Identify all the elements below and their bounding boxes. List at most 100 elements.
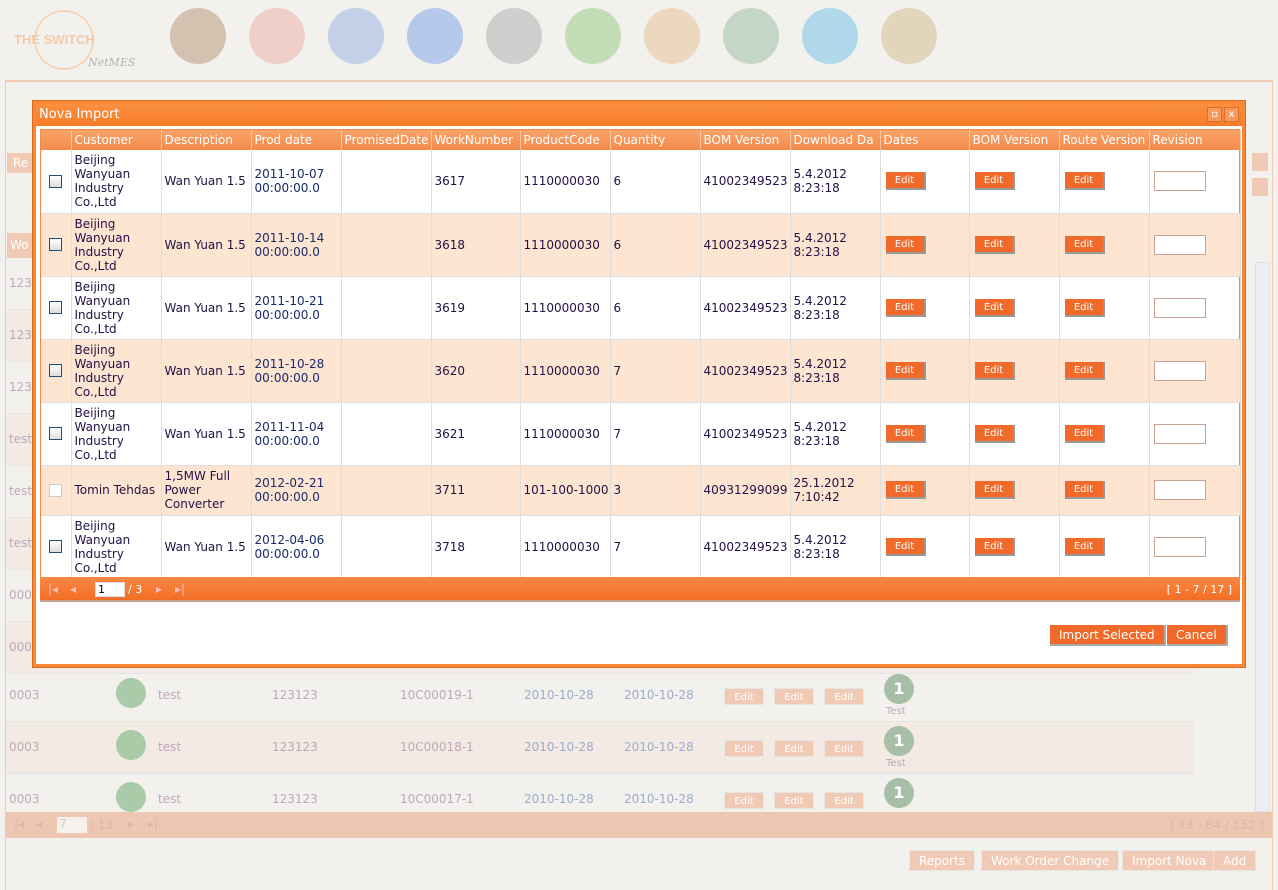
edit-dates-button[interactable]: Edit (885, 172, 926, 191)
first-page-icon[interactable]: |◂ (48, 582, 58, 596)
product-cell: 1110000030 (520, 402, 611, 466)
row-checkbox[interactable] (49, 301, 62, 314)
edit-bom-version-button[interactable]: Edit (974, 481, 1015, 499)
table-row[interactable]: Beijing Wanyuan Industry Co.,Ltd Wan Yuan… (41, 515, 1241, 579)
table-row[interactable]: Tomin Tehdas 1,5MW Full Power Converter 20… (41, 465, 1241, 516)
column-header[interactable]: BOM Version (700, 130, 791, 150)
revision-input[interactable] (1153, 423, 1206, 444)
work-cell: 3621 (431, 402, 521, 466)
table-row[interactable]: Beijing Wanyuan Industry Co.,Ltd Wan Yuan… (41, 402, 1241, 466)
edit-route-version-button[interactable]: Edit (1064, 361, 1105, 380)
work-cell: 3618 (431, 213, 521, 277)
row-checkbox[interactable] (49, 364, 62, 377)
work-cell: 3718 (431, 515, 521, 579)
edit-dates-button[interactable]: Edit (885, 537, 926, 556)
edit-route-version-button[interactable]: Edit (1064, 235, 1105, 254)
edit-route-version-button[interactable]: Edit (1064, 298, 1105, 317)
qty-cell: 3 (610, 465, 701, 516)
nova-import-dialog: Nova Import ▫ x Customer Description Prod … (33, 101, 1245, 667)
work-cell: 3617 (431, 150, 521, 214)
page-input[interactable]: 1 (95, 582, 125, 597)
edit-bom-version-button[interactable]: Edit (974, 537, 1015, 556)
column-header[interactable]: BOM Version (969, 130, 1060, 150)
prev-page-icon[interactable]: ◂ (70, 582, 76, 596)
table-row[interactable]: Beijing Wanyuan Industry Co.,Ltd Wan Yuan… (41, 339, 1241, 403)
column-header[interactable]: ProductCode (520, 130, 611, 150)
column-header[interactable]: PromisedDate (341, 130, 432, 150)
product-cell: 1110000030 (520, 150, 611, 214)
column-header[interactable] (41, 130, 72, 150)
promised-cell (341, 465, 432, 516)
column-header[interactable]: Description (161, 130, 252, 150)
desc-cell: Wan Yuan 1.5 (161, 276, 252, 340)
revision-input[interactable] (1153, 536, 1206, 557)
product-cell: 101-100-1000 (520, 465, 611, 516)
edit-route-version-button[interactable]: Edit (1064, 537, 1105, 556)
bom-cell: 41002349523 (700, 276, 791, 340)
customer-cell: Tomin Tehdas (71, 465, 162, 516)
column-header[interactable]: Dates (880, 130, 970, 150)
product-cell: 1110000030 (520, 276, 611, 340)
download-cell: 5.4.2012 8:23:18 (790, 150, 881, 214)
desc-cell: 1,5MW Full Power Converter (161, 465, 252, 516)
column-header[interactable]: Customer (71, 130, 162, 150)
desc-cell: Wan Yuan 1.5 (161, 213, 252, 277)
edit-bom-version-button[interactable]: Edit (974, 298, 1015, 317)
download-cell: 5.4.2012 8:23:18 (790, 515, 881, 579)
revision-input[interactable] (1153, 234, 1206, 255)
promised-cell (341, 213, 432, 277)
prod-cell: 2012-04-06 00:00:00.0 (251, 515, 342, 579)
download-cell: 5.4.2012 8:23:18 (790, 402, 881, 466)
row-checkbox[interactable] (49, 540, 62, 553)
edit-bom-version-button[interactable]: Edit (974, 424, 1015, 443)
import-selected-button[interactable]: Import Selected (1050, 625, 1166, 646)
revision-input[interactable] (1153, 480, 1206, 500)
edit-dates-button[interactable]: Edit (885, 424, 926, 443)
revision-input[interactable] (1153, 297, 1206, 318)
edit-dates-button[interactable]: Edit (885, 298, 926, 317)
edit-bom-version-button[interactable]: Edit (974, 235, 1015, 254)
qty-cell: 6 (610, 276, 701, 340)
edit-dates-button[interactable]: Edit (885, 235, 926, 254)
row-checkbox[interactable] (49, 427, 62, 440)
bom-cell: 41002349523 (700, 515, 791, 579)
row-checkbox[interactable] (49, 174, 62, 188)
promised-cell (341, 515, 432, 579)
bom-cell: 41002349523 (700, 339, 791, 403)
product-cell: 1110000030 (520, 339, 611, 403)
promised-cell (341, 402, 432, 466)
desc-cell: Wan Yuan 1.5 (161, 150, 252, 214)
edit-route-version-button[interactable]: Edit (1064, 481, 1105, 499)
table-row[interactable]: Beijing Wanyuan Industry Co.,Ltd Wan Yuan… (41, 213, 1241, 277)
revision-input[interactable] (1153, 360, 1206, 381)
edit-route-version-button[interactable]: Edit (1064, 172, 1105, 191)
column-header[interactable]: Quantity (610, 130, 701, 150)
row-checkbox[interactable] (49, 238, 62, 251)
column-header[interactable]: Route Version (1059, 130, 1150, 150)
customer-cell: Beijing Wanyuan Industry Co.,Ltd (71, 276, 162, 340)
edit-dates-button[interactable]: Edit (885, 361, 926, 380)
table-row[interactable]: Beijing Wanyuan Industry Co.,Ltd Wan Yuan… (41, 276, 1241, 340)
work-cell: 3620 (431, 339, 521, 403)
revision-input[interactable] (1153, 171, 1206, 192)
cancel-button[interactable]: Cancel (1167, 625, 1228, 646)
bom-cell: 41002349523 (700, 150, 791, 214)
column-header[interactable]: Prod date (251, 130, 342, 150)
next-page-icon[interactable]: ▸ (156, 582, 162, 596)
table-row[interactable]: Beijing Wanyuan Industry Co.,Ltd Wan Yuan… (41, 150, 1241, 214)
customer-cell: Beijing Wanyuan Industry Co.,Ltd (71, 213, 162, 277)
column-header[interactable]: Download Da (790, 130, 881, 150)
row-checkbox[interactable] (49, 483, 62, 497)
desc-cell: Wan Yuan 1.5 (161, 515, 252, 579)
column-header[interactable]: WorkNumber (431, 130, 521, 150)
edit-bom-version-button[interactable]: Edit (974, 361, 1015, 380)
column-header[interactable]: Revision (1149, 130, 1241, 150)
edit-dates-button[interactable]: Edit (885, 481, 926, 499)
edit-route-version-button[interactable]: Edit (1064, 424, 1105, 443)
page-total: / 3 (128, 583, 143, 596)
download-cell: 5.4.2012 8:23:18 (790, 276, 881, 340)
maximize-icon[interactable]: ▫ (1207, 107, 1222, 122)
edit-bom-version-button[interactable]: Edit (974, 172, 1015, 191)
last-page-icon[interactable]: ▸| (175, 582, 185, 596)
close-icon[interactable]: x (1224, 107, 1239, 122)
